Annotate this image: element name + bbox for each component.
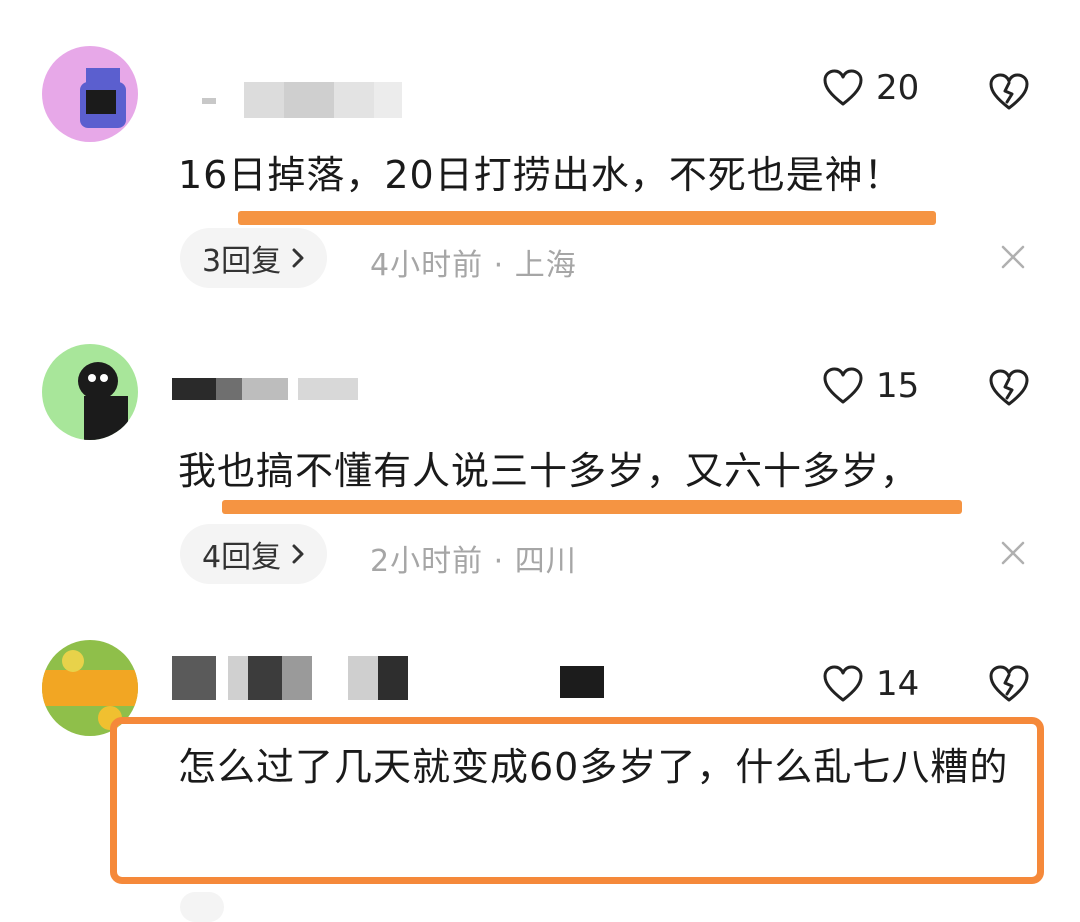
highlight-underline [222,500,962,514]
comment-item: 20 16日掉落，20日打捞出水，不死也是神！ 3回复 4小时前 · 上海 [0,0,1080,300]
dislike-button[interactable] [988,368,1030,408]
like-button[interactable]: 14 [822,664,919,704]
heart-outline-icon [823,665,863,702]
like-button[interactable]: 20 [822,68,919,108]
like-count: 15 [876,366,920,406]
comment-item: 15 我也搞不懂有人说三十多岁，又六十多岁， 4回复 2小时前 · 四川 [0,300,1080,600]
view-replies-button[interactable]: 3回复 [180,228,328,288]
like-button[interactable]: 15 [822,366,919,406]
chevron-right-icon [292,544,304,564]
avatar[interactable] [42,46,138,142]
broken-heart-icon [989,665,1029,702]
view-replies-button[interactable] [180,892,224,922]
heart-outline-icon [823,69,863,106]
reply-count-label: 4回复 [202,540,282,575]
reply-count-label: 3回复 [202,244,282,279]
avatar[interactable] [42,344,138,440]
view-replies-button[interactable]: 4回复 [180,524,328,584]
highlight-underline [238,211,936,225]
close-icon [1001,245,1025,269]
comment-text: 我也搞不懂有人说三十多岁，又六十多岁， [178,449,920,493]
highlight-box [110,717,1044,884]
like-count: 20 [876,68,920,108]
dislike-button[interactable] [988,72,1030,112]
username-blurred[interactable] [172,656,612,700]
comment-text: 16日掉落，20日打捞出水，不死也是神！ [178,153,903,197]
username-blurred[interactable] [172,82,402,118]
dismiss-button[interactable] [1000,244,1026,274]
like-count: 14 [876,664,920,704]
chevron-right-icon [292,248,304,268]
comment-meta: 2小时前 · 四川 [370,544,577,579]
broken-heart-icon [989,73,1029,110]
comment-meta: 4小时前 · 上海 [370,248,577,283]
close-icon [1001,541,1025,565]
username-blurred[interactable] [172,372,362,408]
dismiss-button[interactable] [1000,540,1026,570]
heart-outline-icon [823,367,863,404]
broken-heart-icon [989,369,1029,406]
dislike-button[interactable] [988,664,1030,704]
